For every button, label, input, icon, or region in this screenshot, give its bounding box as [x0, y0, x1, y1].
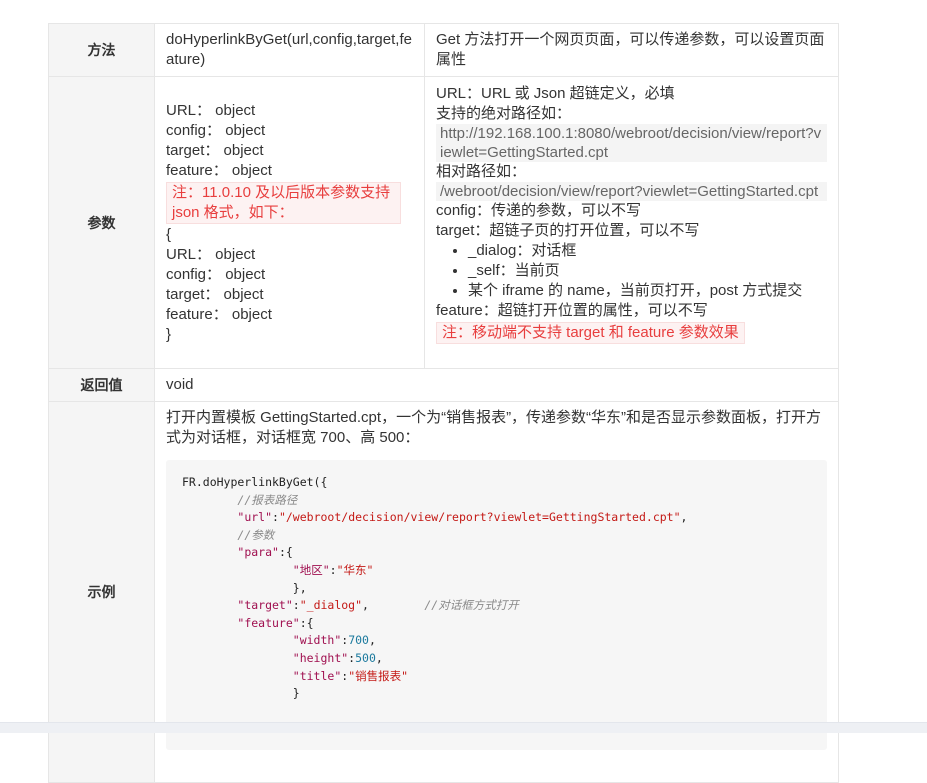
relative-path-label: 相对路径如：	[436, 163, 527, 180]
row-label-return: 返回值	[48, 368, 155, 402]
bottom-scroll-bar[interactable]	[0, 722, 927, 733]
code-string: "销售报表"	[348, 668, 409, 683]
target-options-list: _dialog：对话框 _self：当前页 某个 iframe 的 name，当…	[436, 241, 827, 301]
param-line: }	[166, 326, 172, 343]
config-description: config：传递的参数，可以不写	[436, 202, 642, 219]
code-line: FR.doHyperlinkByGet({	[182, 475, 328, 489]
method-description: Get 方法打开一个网页页面，可以传递参数，可以设置页面属性	[436, 31, 825, 68]
url-description: URL：URL 或 Json 超链定义，必填	[436, 85, 675, 102]
params-description: URL：URL 或 Json 超链定义，必填 支持的绝对路径如： http://…	[425, 77, 838, 350]
param-line: config： object	[166, 266, 266, 283]
params-list-cell: URL： object config： object target： objec…	[154, 76, 425, 369]
return-value-cell: void	[154, 368, 839, 402]
code-key: "para"	[237, 545, 279, 560]
method-signature-cell: doHyperlinkByGet(url,config,target,featu…	[154, 23, 425, 77]
code-string: "华东"	[336, 562, 374, 577]
code-key: "height"	[292, 650, 349, 665]
relative-path-example: /webroot/decision/view/report?viewlet=Ge…	[436, 182, 827, 201]
row-label-params: 参数	[48, 76, 155, 369]
code-number: 500	[355, 650, 376, 665]
code-key: "width"	[292, 633, 342, 648]
code-string: "/webroot/decision/view/report?viewlet=G…	[278, 510, 681, 525]
params-list: URL： object config： object target： objec…	[155, 77, 424, 351]
list-item: _self：当前页	[468, 261, 827, 281]
method-description-cell: Get 方法打开一个网页页面，可以传递参数，可以设置页面属性	[424, 23, 839, 77]
param-line: feature： object	[166, 306, 272, 323]
code-key: "title"	[292, 668, 342, 683]
absolute-path-example: http://192.168.100.1:8080/webroot/decisi…	[436, 124, 827, 162]
param-line: config： object	[166, 122, 266, 139]
params-description-cell: URL：URL 或 Json 超链定义，必填 支持的绝对路径如： http://…	[424, 76, 839, 369]
code-key: "url"	[237, 510, 273, 525]
return-value: void	[166, 376, 194, 393]
code-key: "target"	[237, 598, 293, 613]
param-line: URL： object	[166, 102, 256, 119]
absolute-path-label: 支持的绝对路径如：	[436, 105, 572, 122]
code-key: "地区"	[292, 562, 330, 577]
param-line: URL： object	[166, 246, 256, 263]
json-format-note: 注：11.0.10 及以后版本参数支持 json 格式，如下：	[166, 182, 401, 224]
method-signature: doHyperlinkByGet(url,config,target,featu…	[166, 31, 412, 68]
table-row-method: 方法 doHyperlinkByGet(url,config,target,fe…	[48, 23, 839, 77]
table-row-params: 参数 URL： object config： object target： ob…	[48, 76, 839, 369]
feature-description: feature：超链打开位置的属性，可以不写	[436, 302, 708, 319]
param-line: target： object	[166, 142, 264, 159]
example-description: 打开内置模板 GettingStarted.cpt，一个为“销售报表”，传递参数…	[166, 409, 822, 446]
mobile-note: 注：移动端不支持 target 和 feature 参数效果	[436, 322, 745, 344]
json-note-wrap: 注：11.0.10 及以后版本参数支持 json 格式，如下：	[166, 182, 401, 224]
api-doc-table: 方法 doHyperlinkByGet(url,config,target,fe…	[48, 23, 839, 783]
code-string: "_dialog"	[299, 598, 363, 613]
example-content: 打开内置模板 GettingStarted.cpt，一个为“销售报表”，传递参数…	[155, 402, 838, 756]
target-description: target：超链子页的打开位置，可以不写	[436, 222, 700, 239]
code-comment: //参数	[237, 527, 275, 542]
code-number: 700	[348, 633, 369, 648]
code-comment: //报表路径	[237, 492, 298, 507]
table-row-return: 返回值 void	[48, 368, 839, 402]
param-line: target： object	[166, 286, 264, 303]
list-item: 某个 iframe 的 name，当前页打开，post 方式提交	[468, 281, 827, 301]
list-item: _dialog：对话框	[468, 241, 827, 261]
code-comment: //对话框方式打开	[424, 598, 519, 613]
code-block: FR.doHyperlinkByGet({ //报表路径 "url":"/web…	[166, 460, 827, 750]
code-key: "feature"	[237, 615, 300, 630]
row-label-method: 方法	[48, 23, 155, 77]
param-line: feature： object	[166, 162, 272, 179]
param-line: {	[166, 226, 172, 243]
